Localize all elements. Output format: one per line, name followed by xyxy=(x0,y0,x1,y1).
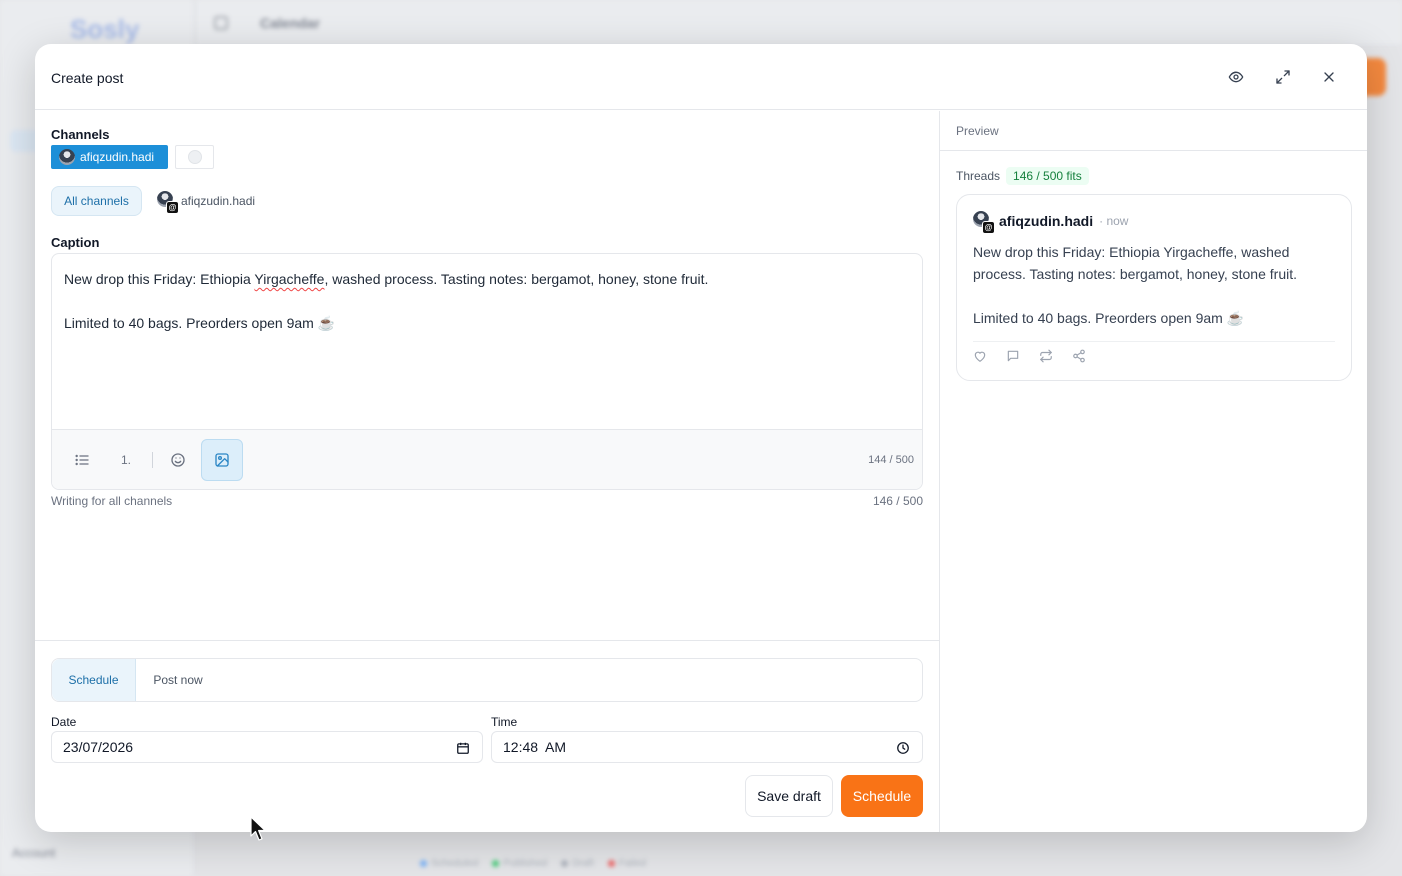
date-value: 23/07/2026 xyxy=(63,739,134,755)
legend-item: Published xyxy=(492,858,547,869)
threads-preview-card: @ afiqzudin.hadi · now New drop this Fri… xyxy=(956,194,1352,381)
avatar xyxy=(59,149,75,165)
schedule-button[interactable]: Schedule xyxy=(841,775,923,817)
expand-icon xyxy=(1276,70,1290,84)
composer-column: Channels afiqzudin.hadi All channels @ a… xyxy=(35,111,939,832)
calendar-icon[interactable] xyxy=(456,741,470,755)
date-label: Date xyxy=(51,715,77,729)
background-sidebar-toggle-icon xyxy=(214,16,228,30)
empty-avatar-icon xyxy=(187,150,202,164)
mouse-cursor-icon xyxy=(250,816,266,841)
close-icon xyxy=(1324,72,1334,82)
bullet-list-icon xyxy=(75,454,89,466)
preview-username: afiqzudin.hadi xyxy=(999,213,1094,229)
emoji-button[interactable] xyxy=(157,439,199,481)
share-icon xyxy=(1072,349,1086,368)
preview-toggle-button[interactable] xyxy=(1225,66,1247,88)
add-media-button[interactable] xyxy=(201,439,243,481)
fits-badge: 146 / 500 fits xyxy=(1006,167,1089,185)
channels-label: Channels xyxy=(51,127,110,142)
add-channel-button[interactable] xyxy=(175,145,214,169)
publish-mode-tabs: Schedule Post now xyxy=(51,658,923,702)
preview-user-row: @ afiqzudin.hadi · now xyxy=(973,211,1129,234)
channel-chip-label: afiqzudin.hadi xyxy=(80,150,155,164)
schedule-section: Schedule Post now Date 23/07/2026 Time 1… xyxy=(35,640,939,832)
tab-channel-user-label: afiqzudin.hadi xyxy=(181,194,256,208)
caption-label: Caption xyxy=(51,235,100,250)
smile-icon xyxy=(171,453,185,467)
preview-header: Preview xyxy=(940,111,1367,151)
preview-divider xyxy=(973,341,1335,342)
preview-actions xyxy=(973,349,1086,368)
eye-icon xyxy=(1228,71,1244,83)
date-input[interactable]: 23/07/2026 xyxy=(51,731,483,763)
caption-line-2: Limited to 40 bags. Preorders open 9am ☕ xyxy=(64,315,336,331)
close-button[interactable] xyxy=(1318,66,1340,88)
image-icon xyxy=(215,453,229,467)
time-label: Time xyxy=(491,715,518,729)
preview-platform-row: Threads 146 / 500 fits xyxy=(956,167,1089,185)
background-legend: Scheduled Published Draft Failed xyxy=(420,858,646,869)
caption-line-1-start: New drop this Friday: Ethiopia xyxy=(64,271,255,287)
like-icon xyxy=(973,349,987,368)
legend-item: Failed xyxy=(608,858,646,869)
editor-char-count: 144 / 500 xyxy=(868,454,914,466)
preview-column: Preview Threads 146 / 500 fits @ afiqzud… xyxy=(939,111,1367,832)
time-input[interactable]: 12:48 AM xyxy=(491,731,923,763)
threads-badge-icon: @ xyxy=(166,201,179,214)
tab-post-now[interactable]: Post now xyxy=(136,659,220,701)
editor-toolbar: 1. 144 / 500 xyxy=(52,429,922,489)
channel-chip-selected[interactable]: afiqzudin.hadi xyxy=(51,145,168,169)
background-header-title: Calendar xyxy=(260,15,320,31)
tab-all-channels[interactable]: All channels xyxy=(51,186,142,216)
preview-timestamp: · now xyxy=(1099,214,1129,228)
clock-icon[interactable] xyxy=(896,741,910,755)
create-post-modal: Create post Channels afiqzudin.hadi All … xyxy=(35,44,1367,832)
save-draft-button[interactable]: Save draft xyxy=(745,775,833,817)
caption-text[interactable]: New drop this Friday: Ethiopia Yirgachef… xyxy=(64,268,910,334)
background-account: Account xyxy=(12,846,56,860)
repost-icon xyxy=(1039,349,1053,368)
background-header xyxy=(196,0,1402,46)
caption-line-1-end: , washed process. Tasting notes: bergamo… xyxy=(324,271,709,287)
tab-channel-user[interactable]: @ afiqzudin.hadi xyxy=(157,191,256,214)
modal-header: Create post xyxy=(35,44,1367,110)
platform-name: Threads xyxy=(956,169,1001,183)
background-logo: Sosly xyxy=(70,14,140,44)
legend-item: Draft xyxy=(561,858,594,869)
preview-body: New drop this Friday: Ethiopia Yirgachef… xyxy=(973,244,1297,326)
preview-title: Preview xyxy=(956,124,999,138)
bullet-list-button[interactable] xyxy=(61,439,103,481)
legend-item: Scheduled xyxy=(420,858,478,869)
ordered-list-button[interactable]: 1. xyxy=(105,439,147,481)
avatar: @ xyxy=(157,191,179,214)
time-value: 12:48 AM xyxy=(503,739,567,755)
writing-hint: Writing for all channels xyxy=(51,494,173,508)
toolbar-divider xyxy=(152,452,153,468)
tab-schedule[interactable]: Schedule xyxy=(52,659,136,701)
expand-button[interactable] xyxy=(1272,66,1294,88)
comment-icon xyxy=(1006,349,1020,368)
misspelled-word: Yirgacheffe xyxy=(254,271,325,287)
caption-editor[interactable]: New drop this Friday: Ethiopia Yirgachef… xyxy=(51,253,923,490)
total-char-count: 146 / 500 xyxy=(872,494,923,508)
threads-badge-icon: @ xyxy=(982,221,995,234)
avatar: @ xyxy=(973,211,995,234)
modal-title: Create post xyxy=(51,70,124,86)
